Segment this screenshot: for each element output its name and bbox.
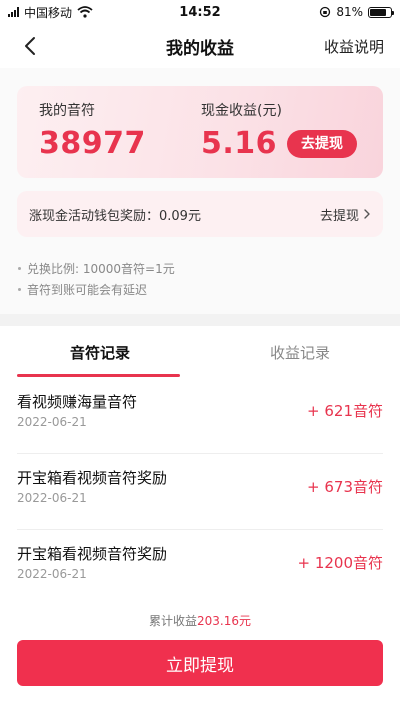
total-earnings-label: 累计收益 <box>148 614 197 628</box>
record-title: 看视频赚海量音符 <box>17 393 138 411</box>
tab-earnings-records[interactable]: 收益记录 <box>200 326 400 378</box>
cellular-signal-icon <box>8 7 19 17</box>
chevron-right-icon <box>364 209 370 219</box>
record-amount: + 621音符 <box>307 402 383 420</box>
section-divider <box>0 314 400 326</box>
note-item: 兑换比例: 10000音符=1元 <box>18 258 175 279</box>
cash-value: 5.16 <box>201 126 278 161</box>
list-item: 开宝箱看视频音符奖励 2022-06-21 + 1200音符 <box>17 530 383 606</box>
record-date: 2022-06-21 <box>17 567 87 581</box>
tab-notes-records[interactable]: 音符记录 <box>0 326 200 378</box>
status-bar: 中国移动 14:52 81% <box>0 0 400 24</box>
wallet-reward-bar[interactable]: 涨现金活动钱包奖励：0.09元 去提现 <box>17 191 383 237</box>
total-earnings-value: 203.16元 <box>197 614 251 628</box>
cash-label: 现金收益(元) <box>201 103 282 119</box>
record-list: 看视频赚海量音符 2022-06-21 + 621音符 开宝箱看视频音符奖励 2… <box>0 378 400 606</box>
cash-row: 5.16 去提现 <box>201 126 358 161</box>
active-tab-indicator <box>17 374 180 377</box>
withdraw-now-button[interactable]: 立即提现 <box>17 640 383 686</box>
list-item: 开宝箱看视频音符奖励 2022-06-21 + 673音符 <box>17 454 383 530</box>
record-date: 2022-06-21 <box>17 415 87 429</box>
earnings-card: 我的音符 38977 现金收益(元) 5.16 去提现 <box>17 86 383 178</box>
battery-level <box>370 8 387 16</box>
wifi-icon <box>77 6 93 18</box>
carrier-name: 中国移动 <box>24 5 73 20</box>
navigation-bar: 我的收益 收益说明 <box>0 24 400 68</box>
wallet-reward-text: 涨现金活动钱包奖励：0.09元 <box>29 208 201 224</box>
status-right: 81% <box>319 5 394 19</box>
exchange-notes: 兑换比例: 10000音符=1元 音符到账可能会有延迟 <box>18 258 175 300</box>
page-title: 我的收益 <box>166 38 234 59</box>
battery-icon <box>368 6 394 18</box>
notes-label: 我的音符 <box>39 103 95 119</box>
notes-value: 38977 <box>39 126 146 161</box>
status-left: 中国移动 <box>8 4 93 21</box>
note-text: 兑换比例: 10000音符=1元 <box>27 262 175 276</box>
cash-summary: 现金收益(元) 5.16 去提现 <box>201 100 358 161</box>
wallet-withdraw-label: 去提现 <box>319 208 359 224</box>
battery-percent: 81% <box>336 5 363 19</box>
rotation-lock-icon <box>320 6 331 18</box>
record-title: 开宝箱看视频音符奖励 <box>17 469 168 487</box>
earnings-explanation-link[interactable]: 收益说明 <box>324 36 384 57</box>
record-amount: + 1200音符 <box>297 554 383 572</box>
bullet-icon <box>18 267 21 270</box>
record-amount: + 673音符 <box>307 478 383 496</box>
back-button[interactable] <box>18 34 42 58</box>
note-item: 音符到账可能会有延迟 <box>18 279 175 300</box>
note-text: 音符到账可能会有延迟 <box>27 283 148 297</box>
record-tabs: 音符记录 收益记录 <box>0 326 400 378</box>
chevron-left-icon <box>25 37 35 55</box>
record-title: 开宝箱看视频音符奖励 <box>17 545 168 563</box>
record-date: 2022-06-21 <box>17 491 87 505</box>
wallet-withdraw-link[interactable]: 去提现 <box>320 205 371 224</box>
notes-summary: 我的音符 38977 <box>39 100 146 161</box>
total-earnings: 累计收益203.16元 <box>0 612 400 629</box>
bullet-icon <box>18 288 21 291</box>
withdraw-button[interactable]: 去提现 <box>287 129 358 158</box>
list-item: 看视频赚海量音符 2022-06-21 + 621音符 <box>17 378 383 454</box>
